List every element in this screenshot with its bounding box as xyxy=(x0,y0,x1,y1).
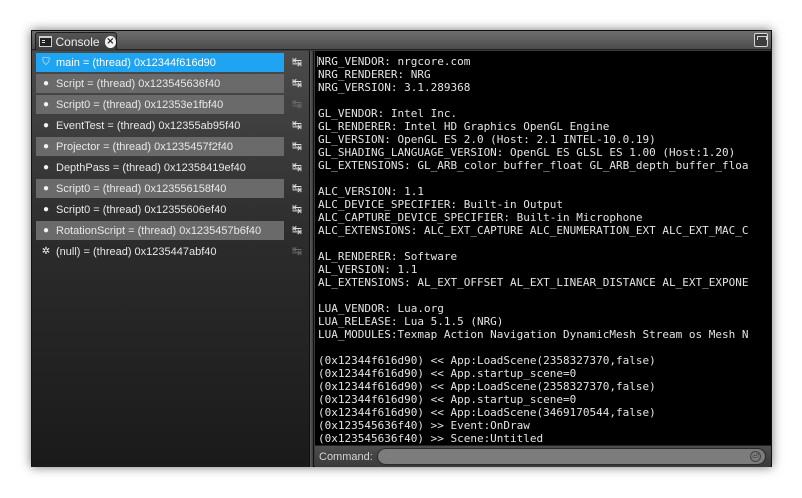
console-line: ALC_VERSION: 1.1 xyxy=(318,185,424,198)
console-line: (0x123545636f40) >> Scene:Untitled xyxy=(318,432,544,445)
console-line: GL_RENDERER: Intel HD Graphics OpenGL En… xyxy=(318,120,610,133)
thread-list: ⛉ main = (thread) 0x12344f616d90 ↹ ● Script … xyxy=(32,51,310,467)
thread-action-icon[interactable]: ↹ xyxy=(290,181,304,195)
thread-row[interactable]: ✲ (null) = (thread) 0x1235447abf40 ↹ xyxy=(36,242,304,261)
console-line: AL_EXTENSIONS: AL_EXT_OFFSET AL_EXT_LINE… xyxy=(318,276,749,289)
command-input[interactable] xyxy=(377,453,765,468)
thread-item[interactable]: ● DepthPass = (thread) 0x12358419ef40 xyxy=(36,158,284,177)
window-menu-button[interactable] xyxy=(754,33,768,47)
console-line: LUA_MODULES:Texmap Action Navigation Dyn… xyxy=(318,328,749,341)
thread-row[interactable]: ● Script0 = (thread) 0x123556158f40 ↹ xyxy=(36,179,304,198)
thread-item[interactable]: ⛉ main = (thread) 0x12344f616d90 xyxy=(36,53,284,72)
thread-row[interactable]: ● EventTest = (thread) 0x12355ab95f40 ↹ xyxy=(36,116,304,135)
thread-action-icon[interactable]: ↹ xyxy=(290,76,304,90)
tab-console[interactable]: Console × xyxy=(35,32,117,50)
thread-label: Script0 = (thread) 0x12353e1fbf40 xyxy=(56,98,224,111)
thread-label: Script0 = (thread) 0x123556158f40 xyxy=(56,182,227,195)
console-line: NRG_RENDERER: NRG xyxy=(318,68,431,81)
thread-label: RotationScript = (thread) 0x1235457b6f40 xyxy=(56,224,262,237)
thread-item[interactable]: ● Script0 = (thread) 0x123556158f40 xyxy=(36,179,284,198)
console-line: (0x123545636f40) >> Event:OnDraw xyxy=(318,419,530,432)
console-line: LUA_RELEASE: Lua 5.1.5 (NRG) xyxy=(318,315,504,328)
console-line: LUA_VENDOR: Lua.org xyxy=(318,302,444,315)
console-output[interactable]: NRG_VENDOR: nrgcore.com NRG_RENDERER: NRG… xyxy=(315,51,771,445)
console-line: AL_RENDERER: Software xyxy=(318,250,458,263)
text-cursor xyxy=(317,56,318,67)
console-line: GL_SHADING_LANGUAGE_VERSION: OpenGL ES G… xyxy=(318,146,736,159)
thread-action-icon[interactable]: ↹ xyxy=(290,139,304,153)
close-icon[interactable]: × xyxy=(104,35,116,48)
thread-icon: ● xyxy=(42,99,50,110)
thread-item[interactable]: ● Script0 = (thread) 0x12355606ef40 xyxy=(36,200,284,219)
thread-item[interactable]: ● Script0 = (thread) 0x12353e1fbf40 xyxy=(36,95,284,114)
console-line: GL_EXTENSIONS: GL_ARB_color_buffer_float… xyxy=(318,159,749,172)
thread-action-icon[interactable]: ↹ xyxy=(290,118,304,132)
thread-action-icon[interactable]: ↹ xyxy=(290,55,304,69)
thread-row[interactable]: ● Script0 = (thread) 0x12355606ef40 ↹ xyxy=(36,200,304,219)
console-line: (0x12344f616d90) << App.startup_scene=0 xyxy=(318,367,577,380)
console-line: GL_VERSION: OpenGL ES 2.0 (Host: 2.1 INT… xyxy=(318,133,656,146)
thread-row[interactable]: ● Script = (thread) 0x123545636f40 ↹ xyxy=(36,74,304,93)
thread-icon: ● xyxy=(42,162,50,173)
enter-icon[interactable]: ⏎ xyxy=(749,451,761,462)
thread-icon: ● xyxy=(42,141,50,152)
gear-icon: ✲ xyxy=(41,246,51,257)
console-line: AL_VERSION: 1.1 xyxy=(318,263,418,276)
thread-row[interactable]: ● Script0 = (thread) 0x12353e1fbf40 ↹ xyxy=(36,95,304,114)
console-line: (0x12344f616d90) << App:LoadScene(346917… xyxy=(318,406,656,419)
thread-item[interactable]: ● Script = (thread) 0x123545636f40 xyxy=(36,74,284,93)
thread-item[interactable]: ● EventTest = (thread) 0x12355ab95f40 xyxy=(36,116,284,135)
thread-row[interactable]: ● RotationScript = (thread) 0x1235457b6f4… xyxy=(36,221,304,240)
console-line: ALC_CAPTURE_DEVICE_SPECIFIER: Built-in M… xyxy=(318,211,643,224)
shield-icon: ⛉ xyxy=(42,57,50,68)
thread-action-icon[interactable]: ↹ xyxy=(290,223,304,237)
thread-item[interactable]: ● RotationScript = (thread) 0x1235457b6f4… xyxy=(36,221,284,240)
thread-label: Projector = (thread) 0x1235457f2f40 xyxy=(56,140,234,153)
thread-icon: ● xyxy=(42,225,50,236)
thread-label: EventTest = (thread) 0x12355ab95f40 xyxy=(56,119,241,132)
thread-label: main = (thread) 0x12344f616d90 xyxy=(56,56,216,69)
console-line: ALC_DEVICE_SPECIFIER: Built-in Output xyxy=(318,198,564,211)
thread-action-icon[interactable]: ↹ xyxy=(290,160,304,174)
thread-label: DepthPass = (thread) 0x12358419ef40 xyxy=(56,161,246,174)
thread-action-icon[interactable]: ↹ xyxy=(290,202,304,216)
command-field[interactable]: ⏎ xyxy=(376,448,766,468)
console-line: NRG_VENDOR: nrgcore.com xyxy=(318,55,471,68)
console-window: Console × ⛉ main = (thread) 0x12344f616d9… xyxy=(31,30,772,468)
thread-item[interactable]: ● Projector = (thread) 0x1235457f2f40 xyxy=(36,137,284,156)
console-line: (0x12344f616d90) << App.startup_scene=0 xyxy=(318,393,577,406)
thread-row[interactable]: ● Projector = (thread) 0x1235457f2f40 ↹ xyxy=(36,137,304,156)
console-line: GL_VENDOR: Intel Inc. xyxy=(318,107,458,120)
thread-icon: ● xyxy=(42,78,50,89)
console-icon xyxy=(39,36,52,47)
title-bar: Console × xyxy=(32,31,771,50)
console-line: NRG_VERSION: 3.1.289368 xyxy=(318,81,471,94)
thread-icon: ● xyxy=(42,120,50,131)
thread-action-icon[interactable]: ↹ xyxy=(290,97,304,111)
console-line: ALC_EXTENSIONS: ALC_EXT_CAPTURE ALC_ENUM… xyxy=(318,224,749,237)
thread-label: (null) = (thread) 0x1235447abf40 xyxy=(56,245,217,258)
console-line: (0x12344f616d90) << App:LoadScene(235832… xyxy=(318,354,656,367)
thread-item[interactable]: ✲ (null) = (thread) 0x1235447abf40 xyxy=(36,242,284,261)
thread-row[interactable]: ● DepthPass = (thread) 0x12358419ef40 ↹ xyxy=(36,158,304,177)
thread-label: Script = (thread) 0x123545636f40 xyxy=(56,77,221,90)
thread-icon: ● xyxy=(42,183,50,194)
thread-row[interactable]: ⛉ main = (thread) 0x12344f616d90 ↹ xyxy=(36,53,304,72)
console-line: (0x12344f616d90) << App:LoadScene(235832… xyxy=(318,380,656,393)
pane-splitter[interactable] xyxy=(310,51,314,467)
command-label: Command: xyxy=(319,450,373,463)
command-bar: Command: ⏎ xyxy=(315,445,771,468)
thread-icon: ● xyxy=(42,204,50,215)
thread-label: Script0 = (thread) 0x12355606ef40 xyxy=(56,203,227,216)
tab-label: Console xyxy=(55,34,100,49)
thread-action-icon[interactable]: ↹ xyxy=(290,244,304,258)
